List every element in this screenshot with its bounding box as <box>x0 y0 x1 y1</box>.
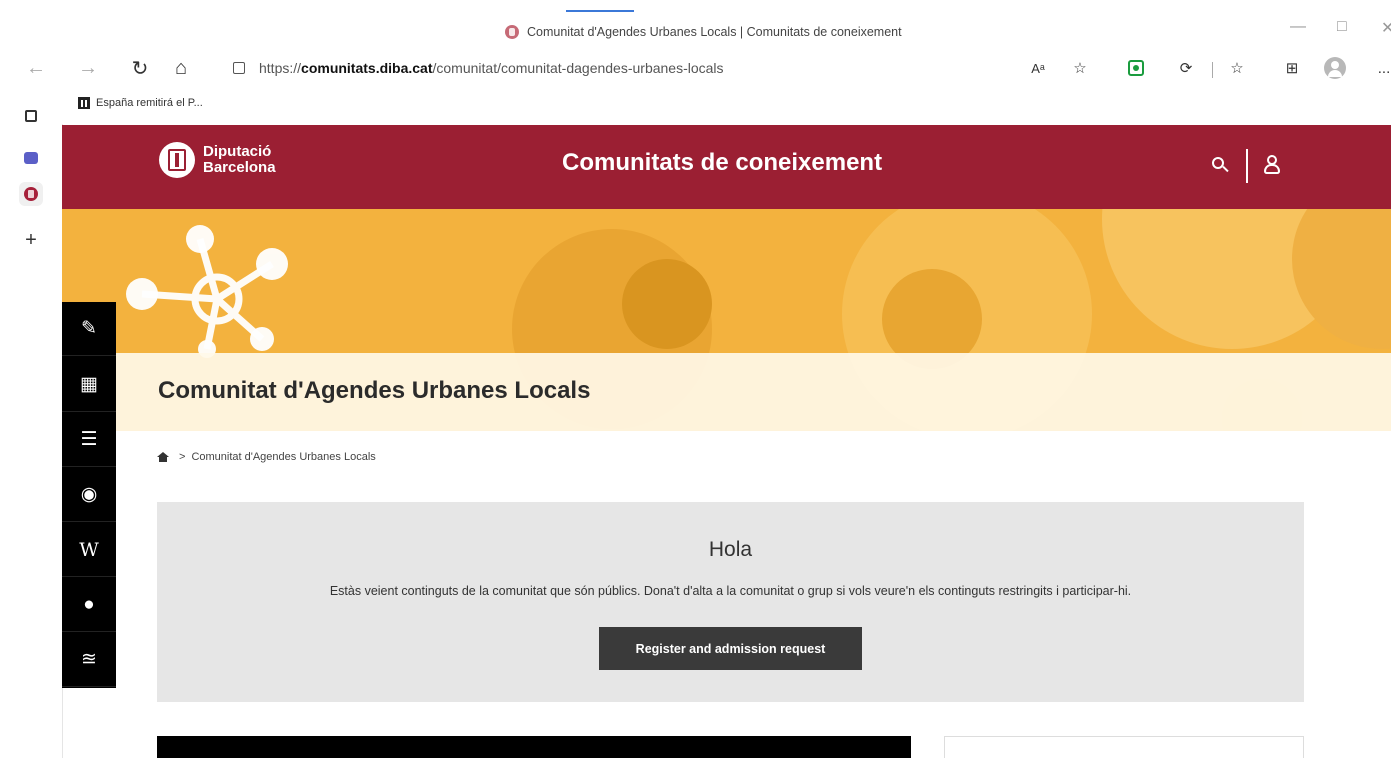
url-path: /comunitat/comunitat-dagendes-urbanes-lo… <box>432 60 724 76</box>
rss-icon[interactable]: ≊ <box>62 633 116 687</box>
home-icon[interactable] <box>157 452 169 462</box>
back-arrow-icon[interactable]: ← <box>22 54 50 82</box>
forward-arrow-icon[interactable]: → <box>74 54 102 82</box>
browser-sidebar: + <box>0 88 63 758</box>
logo-line1: Diputació <box>203 143 272 160</box>
wiki-icon[interactable]: W <box>62 523 116 577</box>
favorite-label: España remitirá el P... <box>96 97 203 109</box>
browser-tab[interactable]: Comunitat d'Agendes Urbanes Locals | Com… <box>505 22 902 42</box>
user-icon[interactable] <box>1262 155 1282 175</box>
chat-icon[interactable]: ● <box>62 578 116 632</box>
favorite-site-icon <box>78 97 90 109</box>
favorite-item[interactable]: España remitirá el P... <box>78 97 203 109</box>
home-button-icon[interactable]: ⌂ <box>167 54 195 82</box>
more-options-icon[interactable]: ... <box>1372 56 1391 80</box>
page-title: Comunitat d'Agendes Urbanes Locals <box>158 377 591 404</box>
refresh-icon[interactable]: ↻ <box>126 54 154 82</box>
content-panel <box>157 736 911 758</box>
register-button[interactable]: Register and admission request <box>599 627 862 670</box>
site-title[interactable]: Comunitats de coneixement <box>562 149 882 177</box>
pencil-icon[interactable]: ✎ <box>62 302 116 356</box>
minimize-icon[interactable]: — <box>1290 18 1306 36</box>
diputacio-logo[interactable]: Diputació Barcelona <box>159 142 276 178</box>
community-banner: Comunitat d'Agendes Urbanes Locals <box>62 209 1391 431</box>
diba-app-icon[interactable] <box>19 182 43 206</box>
extension-icon[interactable] <box>1124 56 1148 80</box>
browser-toolbar: ← → ↻ ⌂ https:// comunitats.diba.cat /co… <box>0 50 1391 88</box>
url-scheme: https:// <box>259 60 302 76</box>
search-icon[interactable] <box>1212 157 1229 173</box>
banner-circle <box>1292 209 1391 349</box>
add-app-icon[interactable]: + <box>19 228 43 252</box>
side-card <box>944 736 1304 758</box>
breadcrumb: > Comunitat d'Agendes Urbanes Locals <box>157 451 376 463</box>
add-favorite-icon[interactable]: ☆ <box>1068 56 1092 80</box>
header-divider <box>1246 149 1248 183</box>
diputacio-seal-icon <box>159 142 195 178</box>
tab-actions-icon[interactable] <box>19 104 43 128</box>
close-window-icon[interactable]: ✕ <box>1381 18 1391 38</box>
profile-icon[interactable] <box>1323 56 1347 80</box>
favorites-bar: España remitirá el P... <box>62 88 1391 124</box>
url-host: comunitats.diba.cat <box>301 60 433 76</box>
maximize-icon[interactable]: □ <box>1337 18 1347 36</box>
site-favicon-icon <box>505 25 519 39</box>
banner-circle <box>622 259 712 349</box>
collections-icon[interactable]: ⊞ <box>1280 56 1304 80</box>
browser-title-bar: Comunitat d'Agendes Urbanes Locals | Com… <box>0 0 1391 50</box>
breadcrumb-current[interactable]: Comunitat d'Agendes Urbanes Locals <box>191 451 375 463</box>
calendar-icon[interactable]: ▦ <box>62 358 116 412</box>
logo-line2: Barcelona <box>203 159 276 176</box>
welcome-title: Hola <box>708 538 753 561</box>
network-logo-icon <box>126 225 288 358</box>
toolbar-separator <box>1212 62 1213 78</box>
tab-accent-line <box>566 10 634 12</box>
teams-icon[interactable] <box>19 146 43 170</box>
breadcrumb-separator: > <box>179 451 186 463</box>
camera-icon[interactable]: ◉ <box>62 468 116 522</box>
extensions-puzzle-icon[interactable]: ⟳ <box>1174 56 1198 80</box>
read-aloud-icon[interactable]: Aᵃ <box>1026 56 1050 80</box>
site-header: Diputació Barcelona Comunitats de coneix… <box>62 125 1391 209</box>
welcome-text: Estàs veient continguts de la comunitat … <box>329 584 1132 598</box>
logo-text: Diputació Barcelona <box>203 144 276 176</box>
list-icon[interactable]: ☰ <box>62 413 116 467</box>
welcome-box: Hola Estàs veient continguts de la comun… <box>157 502 1304 702</box>
lock-icon <box>233 62 245 74</box>
community-toolbar: ✎ ▦ ☰ ◉ W ● ≊ <box>62 302 116 688</box>
favorites-icon[interactable]: ☆ <box>1225 56 1249 80</box>
tab-title-text: Comunitat d'Agendes Urbanes Locals | Com… <box>527 25 902 39</box>
address-bar[interactable]: https:// comunitats.diba.cat /comunitat/… <box>233 54 793 82</box>
